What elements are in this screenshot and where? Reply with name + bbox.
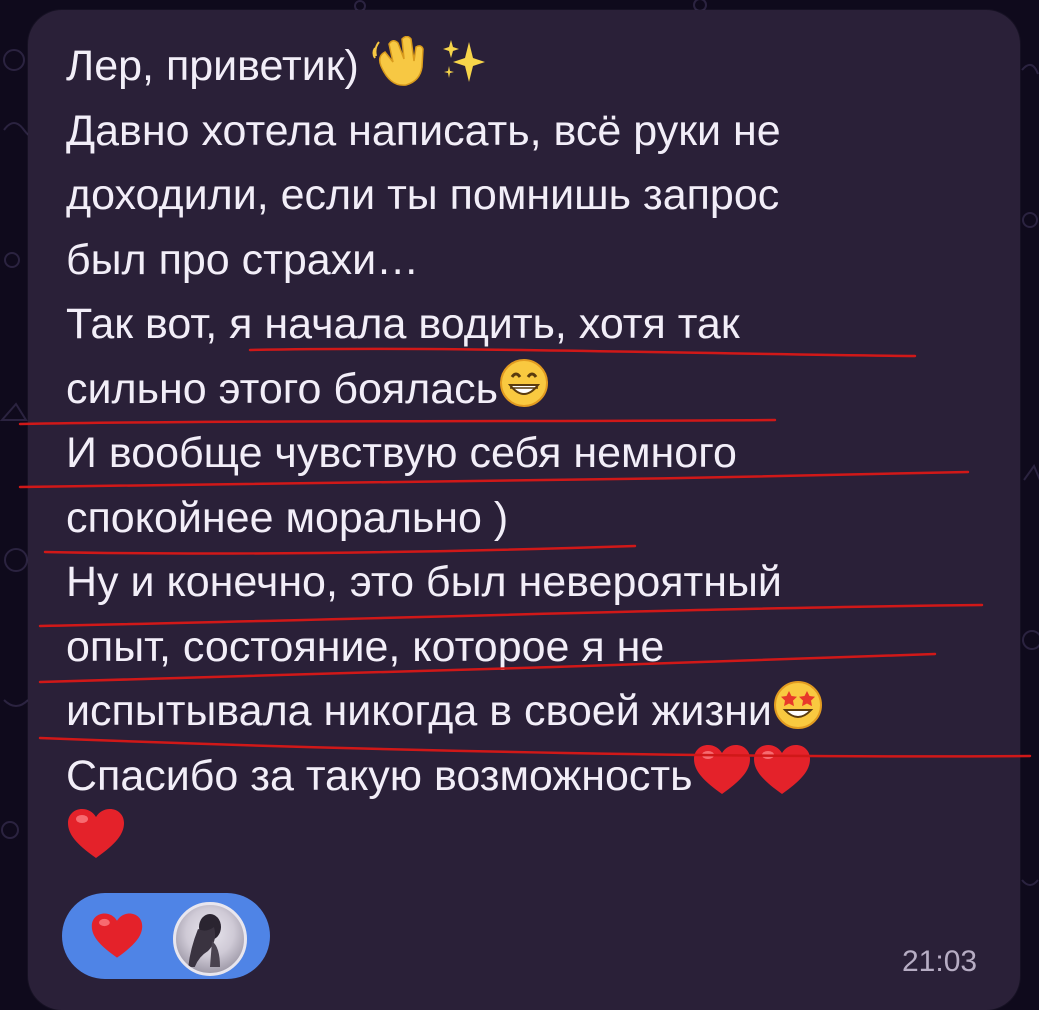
red-heart-icon	[90, 911, 144, 961]
message-line	[66, 808, 996, 873]
message-line: И вообще чувствую себя немного	[66, 421, 996, 486]
message-text: Лер, приветик) Давно хотела написать, вс…	[66, 34, 996, 873]
message-line: Спасибо за такую возможность	[66, 744, 996, 809]
message-line: был про страхи…	[66, 228, 996, 293]
message-timestamp: 21:03	[902, 945, 978, 978]
red-heart-icon	[692, 744, 752, 815]
avatar[interactable]	[173, 902, 247, 976]
message-line-text: сильно этого боялась	[66, 364, 499, 413]
message-line: испытывала никогда в своей жизни	[66, 679, 996, 744]
message-line: Давно хотела написать, всё руки не	[66, 99, 996, 164]
message-line-text: спокойнее морально )	[66, 493, 509, 542]
grinning-face-icon	[498, 357, 550, 428]
reaction-pill[interactable]	[62, 893, 270, 979]
message-line: опыт, состояние, которое я не	[66, 615, 996, 680]
star-struck-icon	[772, 679, 824, 750]
message-line-text: Так вот, я начала водить, хотя так	[66, 300, 740, 348]
message-line-text: был про страхи…	[66, 235, 420, 284]
message-line-text: опыт, состояние, которое я не	[66, 622, 665, 671]
message-line-text: доходили, если ты помнишь запрос	[66, 171, 780, 219]
message-line: Лер, приветик)	[66, 34, 996, 99]
message-line: доходили, если ты помнишь запрос	[66, 163, 996, 228]
message-line: спокойнее морально )	[66, 486, 996, 551]
sparkles-icon	[439, 36, 487, 105]
message-line: Так вот, я начала водить, хотя так	[66, 292, 996, 357]
red-heart-icon	[752, 744, 812, 815]
message-line: Ну и конечно, это был невероятный	[66, 550, 996, 615]
message-line-text: испытывала никогда в своей жизни	[66, 687, 772, 735]
message-line-text: Лер, приветик)	[66, 42, 359, 90]
message-line: сильно этого боялась	[66, 357, 996, 422]
message-line-text: И вообще чувствую себя немного	[66, 429, 737, 477]
message-line-text: Спасибо за такую возможность	[66, 751, 693, 800]
waving-hand-icon	[371, 35, 427, 105]
message-line-text: Давно хотела написать, всё руки не	[66, 106, 781, 155]
red-heart-icon	[66, 808, 126, 879]
message-line-text: Ну и конечно, это был невероятный	[66, 558, 782, 606]
